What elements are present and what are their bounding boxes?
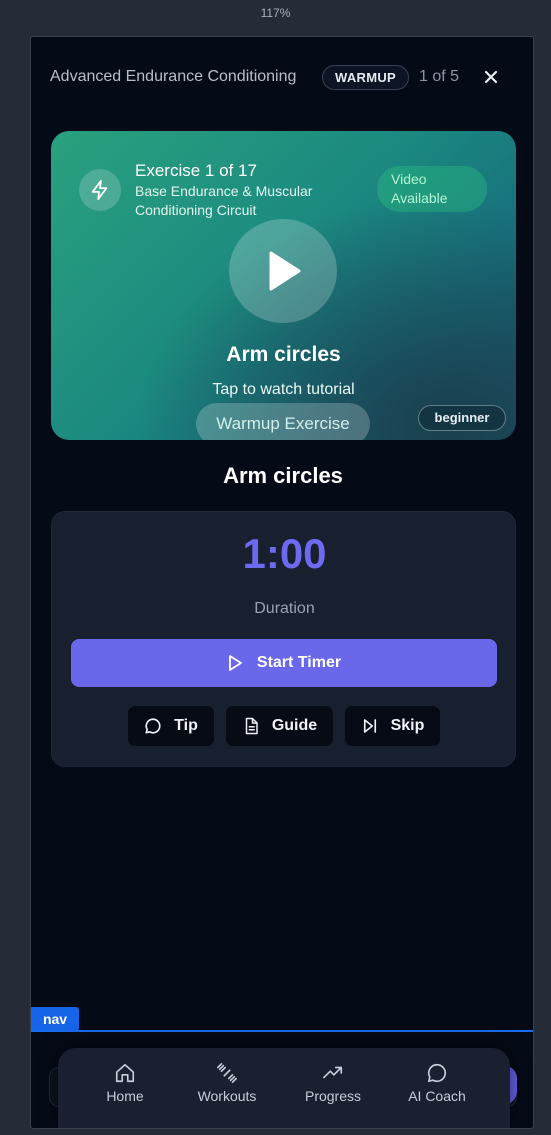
phase-counter: 1 of 5 — [419, 68, 460, 85]
skip-forward-icon — [363, 719, 376, 733]
nav-label-progress: Progress — [304, 1088, 362, 1104]
circuit-name: Base Endurance & Muscular Conditioning C… — [135, 183, 313, 218]
start-timer-label: Start Timer — [256, 654, 342, 671]
chat-bubble-icon — [145, 718, 161, 734]
play-icon — [269, 251, 301, 291]
lightning-bolt-icon — [91, 179, 108, 201]
skip-label: Skip — [390, 717, 425, 734]
zoom-level: 117% — [260, 6, 291, 20]
tip-label: Tip — [174, 717, 198, 734]
home-icon — [115, 1063, 135, 1083]
timer-label: Duration — [254, 600, 315, 617]
play-video-button[interactable] — [229, 219, 337, 323]
start-timer-button[interactable]: Start Timer — [71, 639, 497, 687]
tip-button[interactable]: Tip — [128, 706, 214, 746]
nav-label-ai-coach: AI Coach — [408, 1088, 466, 1104]
chat-bubble-icon — [427, 1063, 447, 1083]
devtools-nav-tag: nav — [31, 1007, 79, 1031]
session-header: Advanced Endurance Conditioning WARMUP 1… — [31, 59, 533, 95]
nav-item-home[interactable]: Home — [102, 1062, 148, 1112]
guide-button[interactable]: Guide — [226, 706, 333, 746]
nav-label-workouts: Workouts — [197, 1088, 257, 1104]
document-icon — [245, 717, 258, 735]
timer-value: 1:00 — [242, 530, 327, 577]
play-outline-icon — [229, 655, 242, 671]
skip-button[interactable]: Skip — [345, 706, 440, 746]
exercise-type-badge — [79, 169, 121, 211]
video-available-badge: Video Available — [377, 166, 487, 212]
exercise-video-card[interactable]: Exercise 1 of 17 Base Endurance & Muscul… — [51, 131, 516, 440]
tap-to-watch-hint: Tap to watch tutorial — [212, 381, 355, 398]
trending-up-icon — [323, 1066, 343, 1079]
video-exercise-title: Arm circles — [226, 343, 341, 366]
workout-title: Advanced Endurance Conditioning — [50, 68, 297, 85]
phase-badge: WARMUP — [322, 64, 410, 90]
difficulty-badge: beginner — [418, 405, 506, 431]
nav-label-home: Home — [106, 1088, 144, 1104]
bottom-nav: Home Workouts Progress AI Coach — [58, 1048, 510, 1128]
nav-item-ai-coach[interactable]: AI Coach — [404, 1062, 470, 1112]
guide-label: Guide — [271, 717, 318, 734]
exercise-name: Arm circles — [223, 463, 343, 488]
nav-item-progress[interactable]: Progress — [300, 1062, 366, 1112]
timer-card: 1:00 Duration Start Timer Tip Guide Skip — [51, 511, 516, 767]
nav-item-workouts[interactable]: Workouts — [192, 1062, 262, 1112]
close-button[interactable] — [479, 65, 503, 89]
close-icon — [484, 70, 498, 84]
exercise-actions: Tip Guide Skip — [52, 706, 517, 746]
dumbbell-icon — [217, 1063, 237, 1083]
exercise-counter: Exercise 1 of 17 — [135, 161, 257, 180]
exercise-type-pill: Warmup Exercise — [196, 403, 370, 440]
workout-session-screen: Advanced Endurance Conditioning WARMUP 1… — [30, 36, 534, 1129]
devtools-nav-outline — [31, 1030, 533, 1032]
